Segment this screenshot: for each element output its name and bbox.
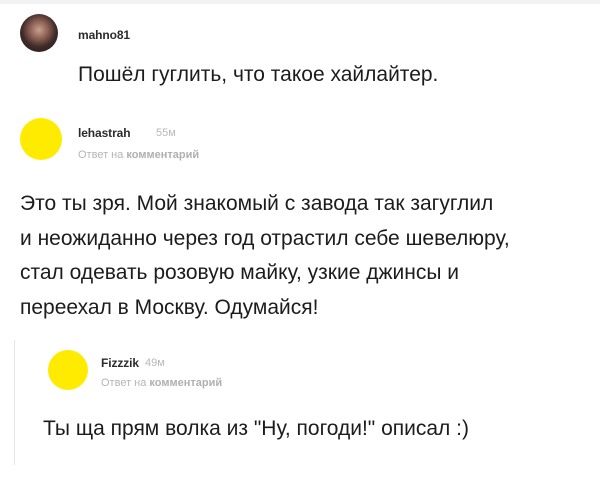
comment-text: Пошёл гуглить, что такое хайлайтер. xyxy=(78,63,439,86)
username[interactable]: lehastrah xyxy=(78,126,131,140)
avatar[interactable] xyxy=(48,350,88,390)
comment-line: переехал в Москву. Одумайся! xyxy=(20,295,319,319)
reply-prefix: Ответ на xyxy=(78,149,124,161)
avatar[interactable] xyxy=(20,14,58,52)
reply-note: Ответ на комментарий xyxy=(101,377,222,389)
comment-text: Это ты зря. Мой знакомый с завода так за… xyxy=(20,187,590,325)
top-divider xyxy=(0,0,600,4)
comment-line: и неожиданно через год отрастил себе шев… xyxy=(20,226,510,250)
reply-note: Ответ на комментарий xyxy=(78,149,199,161)
avatar[interactable] xyxy=(20,118,62,160)
comment-time: 55м xyxy=(156,127,176,139)
comment-thread: mahno81 Пошёл гуглить, что такое хайлайт… xyxy=(0,0,600,480)
reply-link[interactable]: комментарий xyxy=(149,377,222,389)
comment-text: Ты ща прям волка из "Ну, погоди!" описал… xyxy=(43,417,469,440)
reply-link[interactable]: комментарий xyxy=(126,149,199,161)
comment-time: 49м xyxy=(145,357,165,369)
thread-indent-line xyxy=(14,340,15,465)
reply-prefix: Ответ на xyxy=(101,377,147,389)
username[interactable]: Fizzzik xyxy=(101,356,139,370)
comment-line: стал одевать розовую майку, узкие джинсы… xyxy=(20,261,459,284)
comment-line: Это ты зря. Мой знакомый с завода так за… xyxy=(20,192,494,215)
username[interactable]: mahno81 xyxy=(78,28,130,42)
